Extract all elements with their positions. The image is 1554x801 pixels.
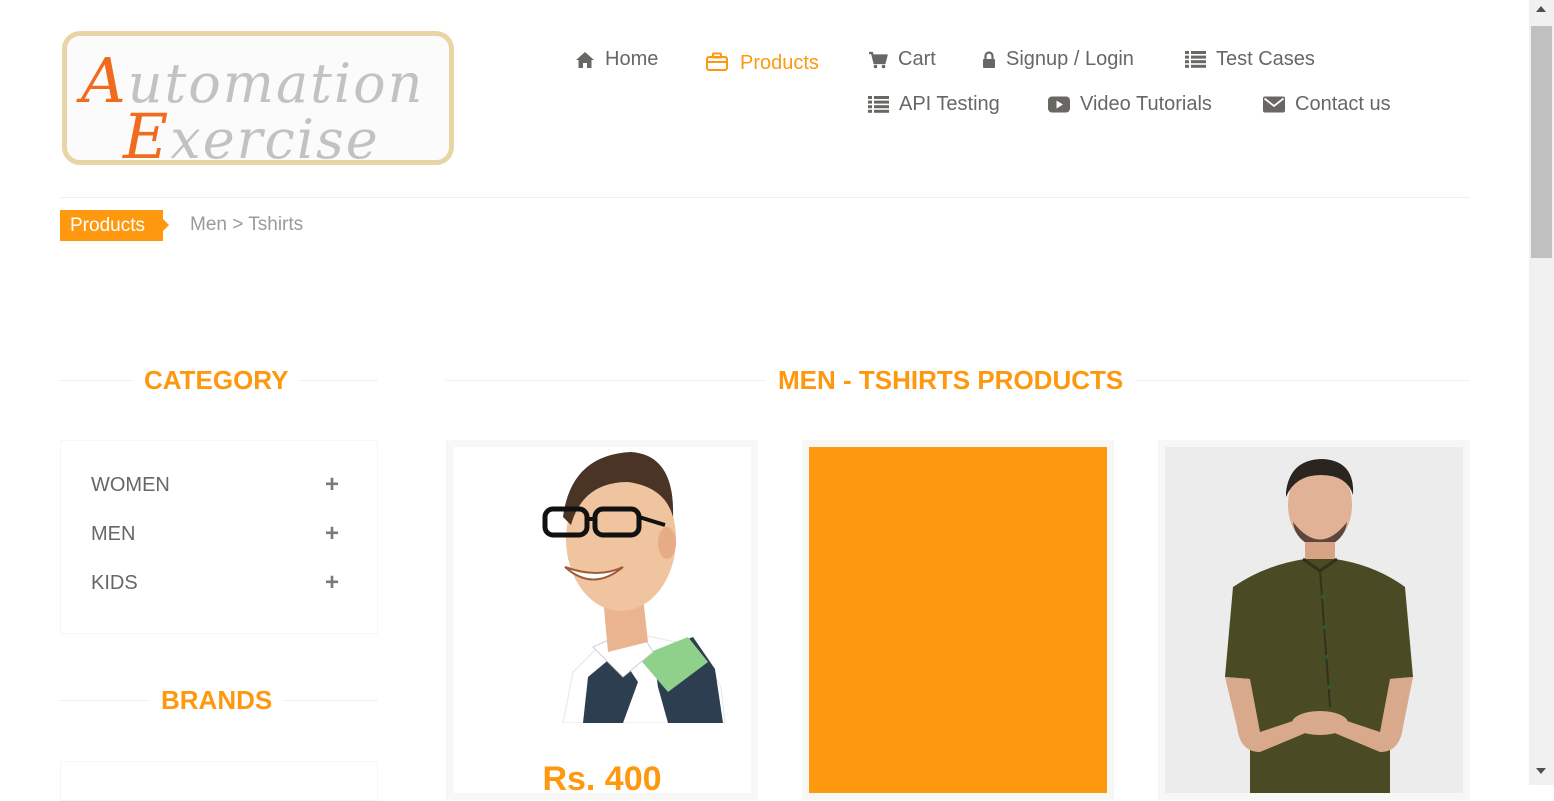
nav-video-tutorials-label: Video Tutorials	[1080, 93, 1212, 115]
products-title-wrap: MEN - TSHIRTS PRODUCTS	[445, 365, 1470, 396]
category-title: CATEGORY	[132, 365, 301, 396]
envelope-icon	[1263, 96, 1285, 113]
brands-title: BRANDS	[149, 685, 285, 716]
logo-line-2: Exercise	[123, 100, 380, 173]
nav-products[interactable]: Products	[706, 48, 819, 75]
product-card	[1158, 440, 1470, 800]
briefcase-icon	[706, 52, 728, 71]
youtube-play-icon	[1048, 96, 1070, 113]
category-label: KIDS	[91, 571, 138, 594]
breadcrumb-products[interactable]: Products	[60, 210, 169, 241]
lock-icon	[983, 50, 995, 68]
category-item-men[interactable]: MEN +	[91, 519, 339, 549]
product-image-man-olive-shirt[interactable]	[1165, 447, 1463, 793]
nav-products-label: Products	[740, 52, 819, 74]
scrollbar-thumb[interactable]	[1531, 26, 1552, 258]
products-section-title: MEN - TSHIRTS PRODUCTS	[766, 365, 1136, 396]
plus-icon[interactable]: +	[325, 471, 339, 499]
nav-contact-us[interactable]: Contact us	[1263, 93, 1391, 116]
nav-home[interactable]: Home	[575, 48, 658, 71]
product-image-man-glasses[interactable]	[453, 447, 751, 723]
category-title-wrap: CATEGORY	[60, 365, 378, 396]
category-item-kids[interactable]: KIDS +	[91, 568, 339, 598]
plus-icon[interactable]: +	[325, 520, 339, 548]
cart-icon	[869, 51, 888, 68]
page-scrollbar[interactable]	[1529, 0, 1554, 785]
header-divider	[60, 197, 1470, 198]
category-label: MEN	[91, 522, 136, 545]
product-image-placeholder[interactable]	[809, 447, 1107, 793]
nav-video-tutorials[interactable]: Video Tutorials	[1048, 93, 1212, 116]
scroll-up-arrow-icon[interactable]	[1536, 6, 1546, 12]
product-card-inner	[1165, 447, 1463, 793]
list-icon	[1185, 51, 1206, 68]
nav-test-cases[interactable]: Test Cases	[1185, 48, 1315, 71]
brands-panel	[60, 761, 378, 801]
nav-api-testing[interactable]: API Testing	[868, 93, 1000, 116]
product-card: Rs. 400	[446, 440, 758, 800]
scroll-down-arrow-icon[interactable]	[1536, 768, 1546, 774]
brands-title-wrap: BRANDS	[60, 685, 378, 716]
nav-cart-label: Cart	[898, 48, 936, 70]
nav-signup-login[interactable]: Signup / Login	[982, 48, 1134, 71]
breadcrumb-current: Men > Tshirts	[190, 214, 304, 235]
category-item-women[interactable]: WOMEN +	[91, 470, 339, 500]
product-card-inner: Rs. 400	[453, 447, 751, 793]
list-icon	[868, 96, 889, 113]
nav-contact-us-label: Contact us	[1295, 93, 1391, 115]
product-card-inner	[809, 447, 1107, 793]
nav-api-testing-label: API Testing	[899, 93, 1000, 115]
site-logo[interactable]: Automation Exercise	[62, 31, 454, 173]
plus-icon[interactable]: +	[325, 569, 339, 597]
category-panel: WOMEN + MEN + KIDS +	[60, 440, 378, 634]
nav-home-label: Home	[605, 48, 659, 70]
nav-signup-login-label: Signup / Login	[1006, 48, 1134, 70]
nav-test-cases-label: Test Cases	[1216, 48, 1315, 70]
category-label: WOMEN	[91, 473, 170, 496]
home-icon	[576, 51, 594, 68]
product-card	[802, 440, 1114, 800]
nav-cart[interactable]: Cart	[868, 48, 936, 71]
product-price: Rs. 400	[542, 760, 662, 793]
